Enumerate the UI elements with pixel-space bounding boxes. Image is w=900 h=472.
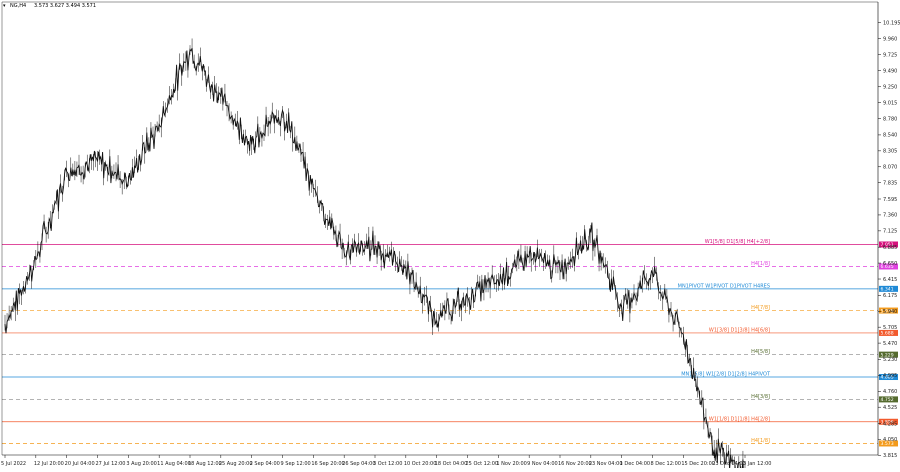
x-tick-label: 20 Jul 04:00	[65, 461, 95, 467]
x-tick-label: 3 Jan 12:00	[743, 461, 771, 467]
x-tick-label: 23 Dec 04:00	[712, 461, 746, 467]
y-tick-label: 5.705	[883, 325, 897, 331]
y-tick-label: 4.525	[883, 405, 897, 411]
x-tick-label: 1 Dec 04:00	[620, 461, 650, 467]
chart-svg: W1[5/8] D1[5/8] H4[+2/8] H4[1/8] MN1PIVOT …	[0, 0, 900, 472]
y-tick-label: 5.940	[883, 309, 897, 315]
level-price-badge-text: 6.341	[881, 287, 894, 293]
y-tick-label: 5.230	[883, 357, 897, 363]
symbol-label: NG,H4	[10, 3, 26, 9]
level-label: W1[3/8] D1[3/8] H4[6/8]	[709, 327, 770, 333]
ohlc-values: 3.573 3.627 3.494 3.571	[34, 3, 96, 9]
x-tick-label: 18 Aug 12:00	[188, 461, 222, 467]
y-tick-label: 4.995	[883, 373, 897, 379]
x-tick-label: 25 Oct 12:00	[466, 461, 499, 467]
x-tick-label: 18 Oct 04:00	[435, 461, 468, 467]
x-tick-label: 16 Sep 20:00	[311, 461, 344, 467]
level-label: H4[5/8]	[751, 349, 770, 355]
y-tick-label: 8.780	[883, 116, 897, 122]
y-tick-label: 6.650	[883, 261, 897, 267]
y-tick-label: 6.415	[883, 277, 897, 283]
x-tick-label: 2 Sep 04:00	[250, 461, 280, 467]
y-tick-label: 4.285	[883, 421, 897, 427]
level-price-badge-text: 5.688	[881, 331, 894, 337]
level-label: H4[1/8]	[751, 261, 770, 267]
y-tick-label: 9.250	[883, 85, 897, 91]
y-tick-label: 9.725	[883, 52, 897, 58]
y-tick-label: 7.835	[883, 181, 897, 187]
level-label: W1[1/8] D1[1/8] H4[2/8]	[709, 416, 770, 422]
y-tick-label: 6.175	[883, 293, 897, 299]
y-tick-label: 9.960	[883, 36, 897, 42]
y-tick-label: 10.195	[883, 20, 900, 26]
level-price-badge-text: 4.752	[881, 397, 894, 403]
chart-header: ▾ NG,H4 3.573 3.627 3.494 3.571	[3, 3, 96, 9]
x-tick-label: 26 Sep 04:00	[342, 461, 375, 467]
y-tick-label: 5.470	[883, 341, 897, 347]
y-tick-label: 8.070	[883, 165, 897, 171]
y-tick-label: 7.360	[883, 213, 897, 219]
y-tick-label: 9.490	[883, 68, 897, 74]
y-tick-label: 8.305	[883, 149, 897, 155]
x-tick-label: 23 Nov 04:00	[589, 461, 623, 467]
level-label: H4[3/8]	[751, 394, 770, 400]
x-tick-label: 10 Oct 20:00	[404, 461, 437, 467]
x-tick-label: 5 Jul 2022	[1, 461, 26, 467]
x-tick-label: 8 Dec 12:00	[651, 461, 681, 467]
x-tick-label: 9 Sep 12:00	[281, 461, 311, 467]
x-tick-label: 16 Nov 20:00	[558, 461, 592, 467]
x-tick-label: 27 Jul 12:00	[96, 461, 126, 467]
price-chart[interactable]: W1[5/8] D1[5/8] H4[+2/8] H4[1/8] MN1PIVOT …	[0, 0, 900, 472]
y-tick-label: 9.015	[883, 101, 897, 107]
level-label: H4[7/8]	[751, 305, 770, 311]
y-tick-label: 3.815	[883, 453, 897, 459]
y-tick-label: 8.540	[883, 133, 897, 139]
x-tick-label: 15 Dec 20:00	[681, 461, 715, 467]
y-tick-label: 7.595	[883, 197, 897, 203]
level-label: MN1PIVOT W1PIVOT D1PIVOT H4RES	[678, 283, 770, 289]
x-tick-label: 3 Oct 12:00	[373, 461, 402, 467]
x-tick-label: 3 Aug 20:00	[126, 461, 157, 467]
y-tick-label: 4.050	[883, 437, 897, 443]
level-label: H4[1/8]	[751, 438, 770, 444]
x-tick-label: 11 Aug 04:00	[157, 461, 191, 467]
x-tick-label: 1 Nov 20:00	[496, 461, 527, 467]
x-tick-label: 9 Nov 04:00	[527, 461, 558, 467]
y-tick-label: 7.125	[883, 229, 897, 235]
level-label: W1[5/8] D1[5/8] H4[+2/8]	[705, 239, 770, 245]
y-tick-label: 6.885	[883, 245, 897, 251]
y-tick-label: 4.760	[883, 389, 897, 395]
x-tick-label: 25 Aug 20:00	[219, 461, 253, 467]
x-tick-label: 12 Jul 20:00	[34, 461, 64, 467]
